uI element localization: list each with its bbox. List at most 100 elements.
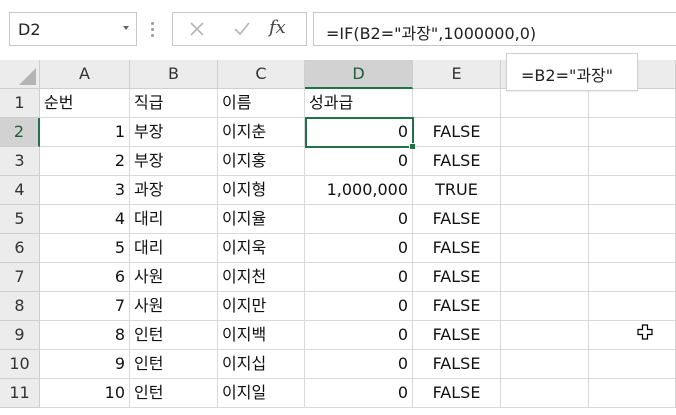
cell-a9[interactable]: 8 bbox=[40, 321, 130, 350]
cell-g1[interactable] bbox=[589, 89, 676, 118]
cell-g3[interactable] bbox=[589, 147, 676, 176]
cell-c2[interactable]: 이지춘 bbox=[218, 118, 305, 147]
cell-d11[interactable]: 0 bbox=[305, 379, 413, 408]
cell-a7[interactable]: 6 bbox=[40, 263, 130, 292]
cell-e10[interactable]: FALSE bbox=[413, 350, 501, 379]
cell-d4[interactable]: 1,000,000 bbox=[305, 176, 413, 205]
cell-a8[interactable]: 7 bbox=[40, 292, 130, 321]
cell-a6[interactable]: 5 bbox=[40, 234, 130, 263]
cell-d9[interactable]: 0 bbox=[305, 321, 413, 350]
cell-c8[interactable]: 이지만 bbox=[218, 292, 305, 321]
cell-e1[interactable] bbox=[413, 89, 501, 118]
cell-f9[interactable] bbox=[501, 321, 589, 350]
row-header-11[interactable]: 11 bbox=[0, 379, 40, 408]
cell-c6[interactable]: 이지욱 bbox=[218, 234, 305, 263]
cell-e9[interactable]: FALSE bbox=[413, 321, 501, 350]
chevron-down-icon[interactable] bbox=[123, 26, 129, 30]
column-header-a[interactable]: A bbox=[40, 60, 130, 89]
cell-c7[interactable]: 이지천 bbox=[218, 263, 305, 292]
formula-input[interactable]: =IF(B2="과장",1000000,0) bbox=[313, 12, 676, 46]
column-header-c[interactable]: C bbox=[218, 60, 305, 89]
row-header-10[interactable]: 10 bbox=[0, 350, 40, 379]
enter-button[interactable] bbox=[221, 13, 261, 45]
cell-g6[interactable] bbox=[589, 234, 676, 263]
cell-g9[interactable] bbox=[589, 321, 676, 350]
cell-d8[interactable]: 0 bbox=[305, 292, 413, 321]
cell-g2[interactable] bbox=[589, 118, 676, 147]
cell-a2[interactable]: 1 bbox=[40, 118, 130, 147]
cell-f11[interactable] bbox=[501, 379, 589, 408]
cell-g11[interactable] bbox=[589, 379, 676, 408]
column-header-d[interactable]: D bbox=[305, 60, 413, 89]
cell-d3[interactable]: 0 bbox=[305, 147, 413, 176]
column-header-b[interactable]: B bbox=[130, 60, 218, 89]
cell-b4[interactable]: 과장 bbox=[130, 176, 218, 205]
cell-b9[interactable]: 인턴 bbox=[130, 321, 218, 350]
cell-f1[interactable] bbox=[501, 89, 589, 118]
cell-f4[interactable] bbox=[501, 176, 589, 205]
cell-a1[interactable]: 순번 bbox=[40, 89, 130, 118]
cell-b3[interactable]: 부장 bbox=[130, 147, 218, 176]
cell-a3[interactable]: 2 bbox=[40, 147, 130, 176]
cell-e8[interactable]: FALSE bbox=[413, 292, 501, 321]
cell-f5[interactable] bbox=[501, 205, 589, 234]
cell-d6[interactable]: 0 bbox=[305, 234, 413, 263]
cell-d7[interactable]: 0 bbox=[305, 263, 413, 292]
cell-a11[interactable]: 10 bbox=[40, 379, 130, 408]
cell-d5[interactable]: 0 bbox=[305, 205, 413, 234]
cell-b10[interactable]: 인턴 bbox=[130, 350, 218, 379]
cell-c10[interactable]: 이지십 bbox=[218, 350, 305, 379]
select-all-button[interactable] bbox=[0, 60, 40, 89]
cell-d2[interactable]: 0 bbox=[305, 118, 413, 147]
cell-f10[interactable] bbox=[501, 350, 589, 379]
cell-g8[interactable] bbox=[589, 292, 676, 321]
cell-c4[interactable]: 이지형 bbox=[218, 176, 305, 205]
row-header-6[interactable]: 6 bbox=[0, 234, 40, 263]
cell-e2[interactable]: FALSE bbox=[413, 118, 501, 147]
cell-a5[interactable]: 4 bbox=[40, 205, 130, 234]
row-header-3[interactable]: 3 bbox=[0, 147, 40, 176]
cell-c1[interactable]: 이름 bbox=[218, 89, 305, 118]
fill-handle[interactable] bbox=[409, 143, 416, 150]
row-header-4[interactable]: 4 bbox=[0, 176, 40, 205]
cell-e4[interactable]: TRUE bbox=[413, 176, 501, 205]
cell-c5[interactable]: 이지율 bbox=[218, 205, 305, 234]
cell-f2[interactable] bbox=[501, 118, 589, 147]
cell-f3[interactable] bbox=[501, 147, 589, 176]
cell-c3[interactable]: 이지홍 bbox=[218, 147, 305, 176]
cell-f8[interactable] bbox=[501, 292, 589, 321]
cell-c11[interactable]: 이지일 bbox=[218, 379, 305, 408]
cell-b5[interactable]: 대리 bbox=[130, 205, 218, 234]
row-header-2[interactable]: 2 bbox=[0, 118, 40, 147]
cell-f6[interactable] bbox=[501, 234, 589, 263]
cell-d1[interactable]: 성과급 bbox=[305, 89, 413, 118]
cell-e11[interactable]: FALSE bbox=[413, 379, 501, 408]
cell-e6[interactable]: FALSE bbox=[413, 234, 501, 263]
cell-b7[interactable]: 사원 bbox=[130, 263, 218, 292]
cell-g5[interactable] bbox=[589, 205, 676, 234]
cell-d10[interactable]: 0 bbox=[305, 350, 413, 379]
column-header-e[interactable]: E bbox=[413, 60, 501, 89]
cell-b6[interactable]: 대리 bbox=[130, 234, 218, 263]
row-header-5[interactable]: 5 bbox=[0, 205, 40, 234]
name-box[interactable]: D2 bbox=[9, 12, 137, 46]
cell-e7[interactable]: FALSE bbox=[413, 263, 501, 292]
insert-function-button[interactable]: fx bbox=[269, 17, 286, 38]
cell-b1[interactable]: 직급 bbox=[130, 89, 218, 118]
cell-b11[interactable]: 인턴 bbox=[130, 379, 218, 408]
row-header-9[interactable]: 9 bbox=[0, 321, 40, 350]
text-box[interactable]: =B2="과장" bbox=[506, 53, 638, 91]
row-header-1[interactable]: 1 bbox=[0, 89, 40, 118]
cell-a4[interactable]: 3 bbox=[40, 176, 130, 205]
cell-f7[interactable] bbox=[501, 263, 589, 292]
cell-a10[interactable]: 9 bbox=[40, 350, 130, 379]
cell-g4[interactable] bbox=[589, 176, 676, 205]
cell-b8[interactable]: 사원 bbox=[130, 292, 218, 321]
row-header-8[interactable]: 8 bbox=[0, 292, 40, 321]
cell-g10[interactable] bbox=[589, 350, 676, 379]
cancel-button[interactable] bbox=[177, 13, 217, 45]
cell-c9[interactable]: 이지백 bbox=[218, 321, 305, 350]
cell-g7[interactable] bbox=[589, 263, 676, 292]
cell-b2[interactable]: 부장 bbox=[130, 118, 218, 147]
cell-e5[interactable]: FALSE bbox=[413, 205, 501, 234]
